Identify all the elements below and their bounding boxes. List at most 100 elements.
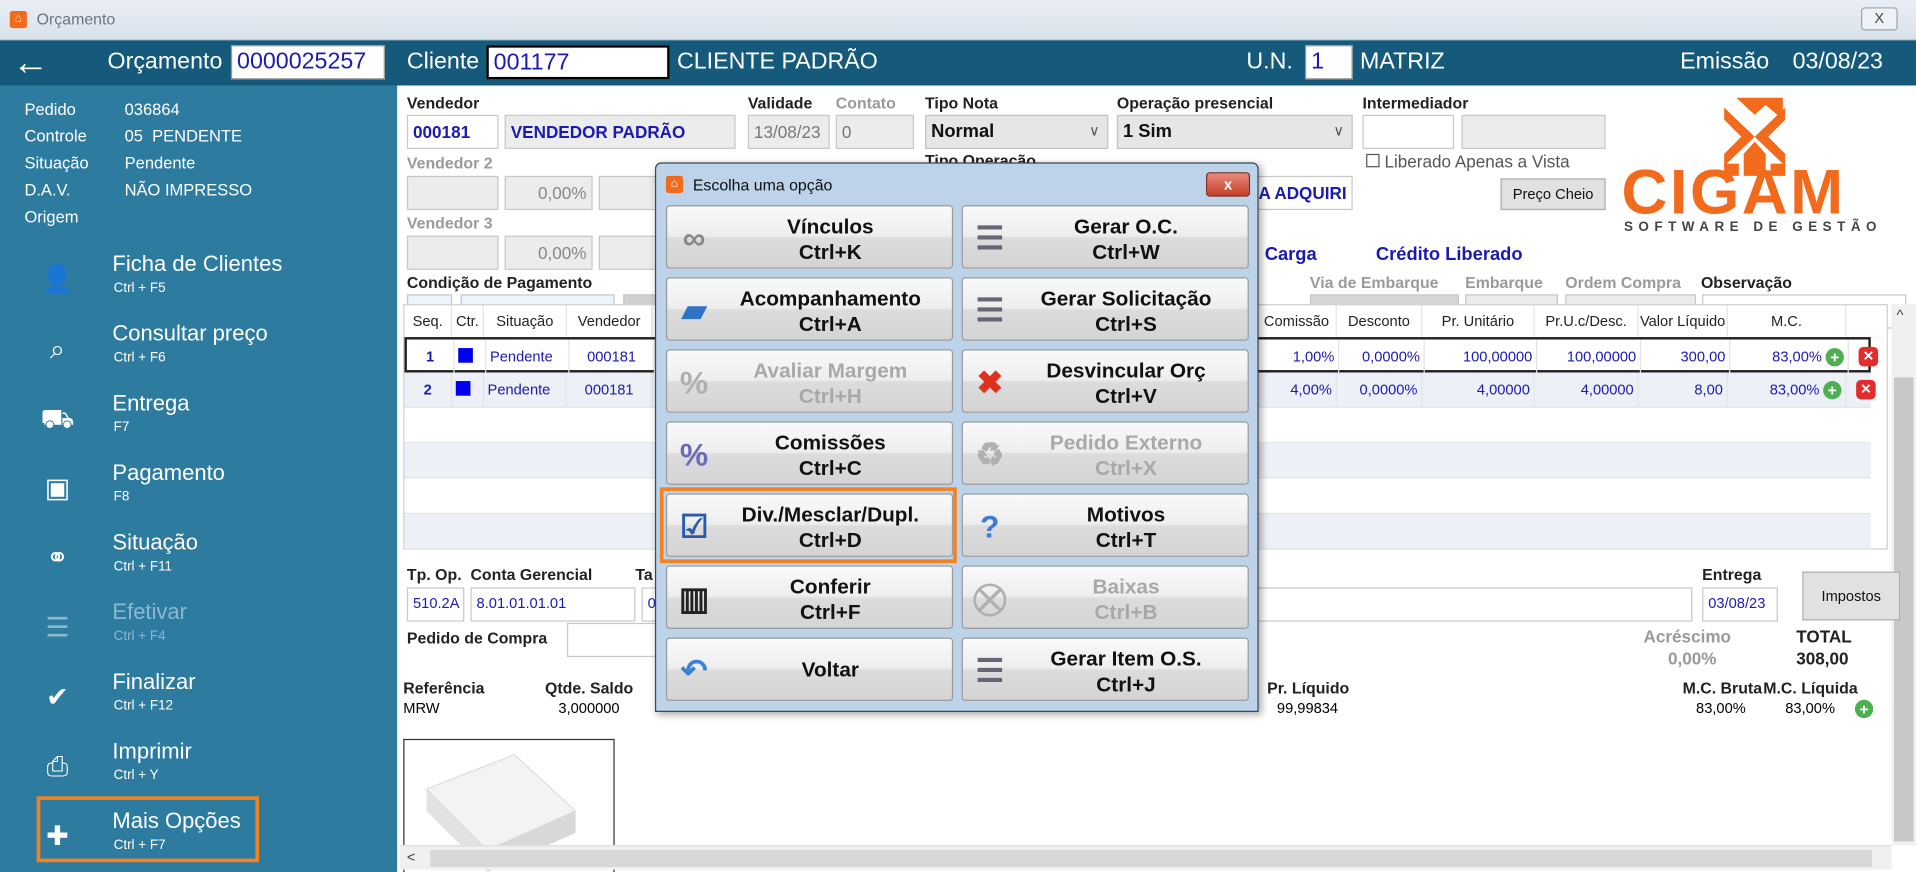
- scroll-thumb[interactable]: [430, 850, 1873, 868]
- app-icon: ⌂: [9, 10, 27, 29]
- button-label: Acompanhamento Ctrl+A: [714, 286, 947, 337]
- cliente-code-input[interactable]: 001177: [486, 45, 670, 80]
- conta-field[interactable]: 8.01.01.01.01: [470, 587, 636, 622]
- blue-status-square: [455, 381, 471, 396]
- total-label: TOTAL: [1796, 626, 1852, 647]
- tipo-nota-value: Normal: [931, 120, 995, 142]
- liberado-checkbox[interactable]: [1366, 153, 1380, 168]
- undo-arrow-icon: ↶: [680, 652, 708, 689]
- grid-header-0[interactable]: Seq.: [404, 305, 453, 338]
- sidebar-item-shortcut: F8: [113, 489, 130, 505]
- scroll-left-icon[interactable]: <: [407, 849, 416, 866]
- sidebar-item-ficha-de-clientes[interactable]: 👤 Ficha de Clientes Ctrl + F5: [37, 249, 283, 313]
- orcamento-input[interactable]: 0000025257: [230, 45, 385, 80]
- un-input[interactable]: 1: [1305, 45, 1353, 80]
- grid-header-3[interactable]: Vendedor: [567, 305, 653, 338]
- sidebar-item-situacao[interactable]: ⚭ Situação Ctrl + F11: [37, 528, 259, 592]
- button-shortcut: Ctrl+W: [1092, 240, 1160, 264]
- button-label: Desvincular Orç Ctrl+V: [1009, 358, 1242, 409]
- vendedor2-code-input[interactable]: [406, 175, 499, 211]
- voltar-button[interactable]: ↶ Voltar: [665, 637, 954, 702]
- pr-desc-cell: 100,00000: [1537, 339, 1642, 374]
- sidebar-item-entrega[interactable]: ⛟ Entrega F7: [37, 388, 259, 452]
- op-presencial-select[interactable]: 1 Sim ∨: [1116, 114, 1353, 149]
- cliente-label: Cliente: [406, 48, 480, 75]
- motivos-button[interactable]: ? Motivos Ctrl+T: [961, 493, 1249, 557]
- window-title: Orçamento: [36, 9, 116, 29]
- situacao-cell: Pendente: [484, 372, 567, 407]
- add-icon[interactable]: +: [1823, 381, 1842, 400]
- vendedor3-code-input[interactable]: [406, 235, 499, 270]
- desvincular-orc-button[interactable]: ✖ Desvincular Orç Ctrl+V: [961, 349, 1249, 413]
- acrescimo-value: 0,00%: [1667, 648, 1717, 669]
- vendedor-code-input[interactable]: 000181: [406, 114, 499, 149]
- sidebar-item-imprimir[interactable]: ⎙ Imprimir Ctrl + Y: [37, 736, 259, 800]
- grid-header-1[interactable]: Ctr.: [452, 305, 484, 338]
- chevron-down-icon: ∨: [1333, 122, 1345, 140]
- mc-bruta-label: M.C. Bruta: [1682, 679, 1763, 698]
- scroll-up-icon[interactable]: ^: [1896, 307, 1903, 324]
- conferir-button[interactable]: ▥ Conferir Ctrl+F: [665, 565, 954, 629]
- preco-cheio-button[interactable]: Preço Cheio: [1500, 178, 1606, 211]
- grid-header-4[interactable]: Comissão: [1257, 305, 1337, 338]
- chevron-down-icon: ∨: [1088, 122, 1100, 140]
- percent-icon: %: [679, 436, 709, 473]
- grid-header-6[interactable]: Pr. Unitário: [1422, 305, 1535, 338]
- button-title: Voltar: [801, 658, 859, 682]
- horizontal-scrollbar[interactable]: <: [399, 845, 1892, 870]
- money-icon: ▣: [44, 472, 71, 504]
- grid-header-5[interactable]: Desconto: [1337, 305, 1423, 338]
- observacao-label: Observação: [1700, 273, 1792, 292]
- button-label: Voltar: [714, 657, 947, 683]
- grid-header-2[interactable]: Situação: [484, 305, 567, 338]
- back-arrow-icon[interactable]: ←: [12, 43, 49, 85]
- dialog-close-button[interactable]: x: [1206, 172, 1251, 197]
- add-icon[interactable]: +: [1825, 348, 1844, 367]
- sidebar-item-finalizar[interactable]: ✔ Finalizar Ctrl + F12: [37, 667, 259, 731]
- contato-label: Contato: [835, 94, 896, 113]
- grid-header-8[interactable]: Valor Líquido: [1639, 305, 1728, 338]
- grid-header-7[interactable]: Pr.U.c/Desc.: [1535, 305, 1639, 338]
- delete-icon[interactable]: ✕: [1856, 379, 1876, 400]
- gerar-solicitacao-button[interactable]: ☰ Gerar Solicitação Ctrl+S: [961, 277, 1249, 341]
- div-mesclar-highlight: [659, 487, 957, 564]
- tp-op-field[interactable]: 510.2A: [406, 587, 465, 622]
- info-value-0: 036864: [124, 100, 180, 119]
- button-title: Baixas: [1092, 575, 1160, 599]
- comissao-cell: 1,00%: [1260, 339, 1340, 374]
- window-close-button[interactable]: X: [1861, 7, 1898, 31]
- conta-label: Conta Gerencial: [470, 565, 593, 584]
- notepad-icon: ☰: [975, 219, 1005, 257]
- desconto-cell: 0,0000%: [1339, 339, 1425, 374]
- logo-text: CIGAM: [1621, 157, 1846, 229]
- price-search-icon: ⌕: [49, 333, 65, 364]
- button-title: Pedido Externo: [1049, 431, 1203, 455]
- pedido-compra-field[interactable]: [566, 622, 665, 658]
- description-field[interactable]: [1252, 587, 1693, 622]
- sidebar-item-pagamento[interactable]: ▣ Pagamento F8: [37, 458, 259, 522]
- button-label: Motivos Ctrl+T: [1009, 502, 1242, 553]
- comissoes-button[interactable]: % Comissões Ctrl+C: [665, 421, 954, 485]
- validade-label: Validade: [747, 94, 813, 113]
- sidebar-item-label: Entrega: [112, 390, 190, 416]
- question-icon: ?: [980, 508, 1000, 545]
- sidebar-item-shortcut: Ctrl + F6: [113, 350, 166, 366]
- comissao-cell: 4,00%: [1257, 372, 1337, 407]
- button-title: Comissões: [774, 431, 886, 455]
- pr-unitario-cell: 100,00000: [1425, 339, 1538, 374]
- un-label: U.N.: [1246, 48, 1293, 75]
- delete-icon[interactable]: ✕: [1858, 346, 1879, 367]
- tipo-nota-select[interactable]: Normal ∨: [925, 114, 1109, 149]
- entrega-field[interactable]: 03/08/23: [1702, 587, 1778, 622]
- acompanhamento-button[interactable]: ▰ Acompanhamento Ctrl+A: [665, 277, 954, 341]
- printer-icon: ⎙: [46, 751, 69, 782]
- grid-header-9[interactable]: M.C.: [1728, 305, 1847, 338]
- gerar-item-o-s-button[interactable]: ☰ Gerar Item O.S. Ctrl+J: [961, 637, 1249, 702]
- impostos-button[interactable]: Impostos: [1802, 571, 1901, 621]
- sidebar-item-label: Efetivar: [112, 599, 187, 625]
- vinculos-button[interactable]: ∞ Vínculos Ctrl+K: [665, 205, 954, 269]
- sidebar-item-consultar-preco[interactable]: ⌕ Consultar preço Ctrl + F6: [37, 319, 268, 383]
- gerar-o-c-button[interactable]: ☰ Gerar O.C. Ctrl+W: [961, 205, 1249, 269]
- add-icon[interactable]: +: [1854, 699, 1874, 719]
- intermediador-code-input[interactable]: [1362, 114, 1455, 149]
